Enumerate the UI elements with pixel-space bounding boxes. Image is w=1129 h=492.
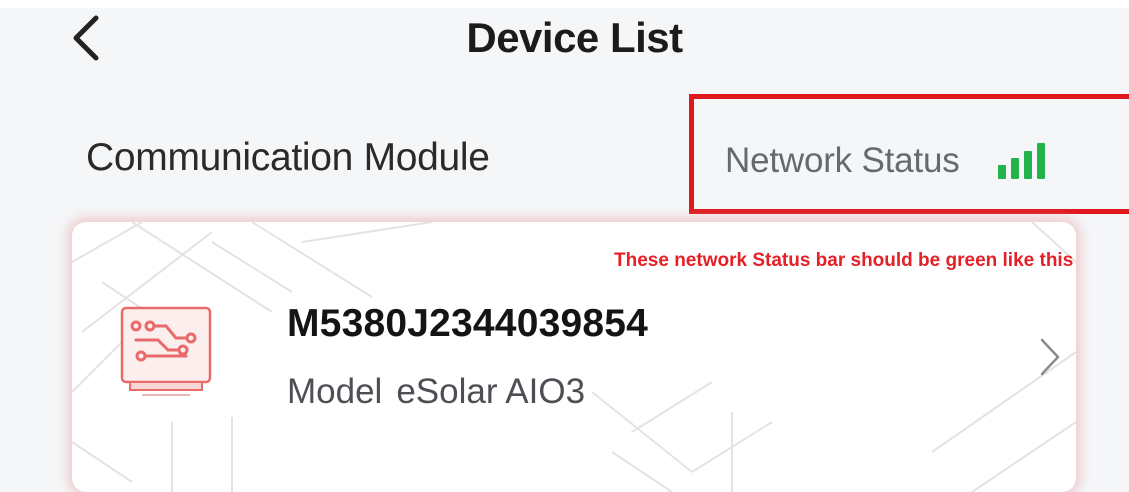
device-serial-number: M5380J2344039854 bbox=[287, 302, 649, 345]
app-header: Device List bbox=[0, 8, 1129, 72]
signal-bar bbox=[997, 165, 1006, 179]
signal-bar bbox=[1023, 151, 1032, 179]
network-status[interactable]: Network Status bbox=[725, 139, 1045, 183]
signal-bar bbox=[1010, 158, 1019, 179]
network-status-label: Network Status bbox=[725, 141, 960, 180]
signal-bar bbox=[1036, 143, 1045, 179]
device-model: Model eSolar AIO3 bbox=[287, 372, 585, 412]
annotation-note: These network Status bar should be green… bbox=[614, 250, 1074, 271]
device-model-label: Model bbox=[287, 372, 383, 411]
signal-bars-icon bbox=[997, 143, 1045, 179]
device-model-value: eSolar AIO3 bbox=[396, 372, 586, 411]
chevron-right-icon bbox=[1040, 338, 1060, 376]
status-strip bbox=[0, 0, 1129, 8]
circuit-module-icon bbox=[120, 306, 212, 396]
page-title: Device List bbox=[466, 14, 683, 61]
section-label: Communication Module bbox=[86, 136, 490, 179]
